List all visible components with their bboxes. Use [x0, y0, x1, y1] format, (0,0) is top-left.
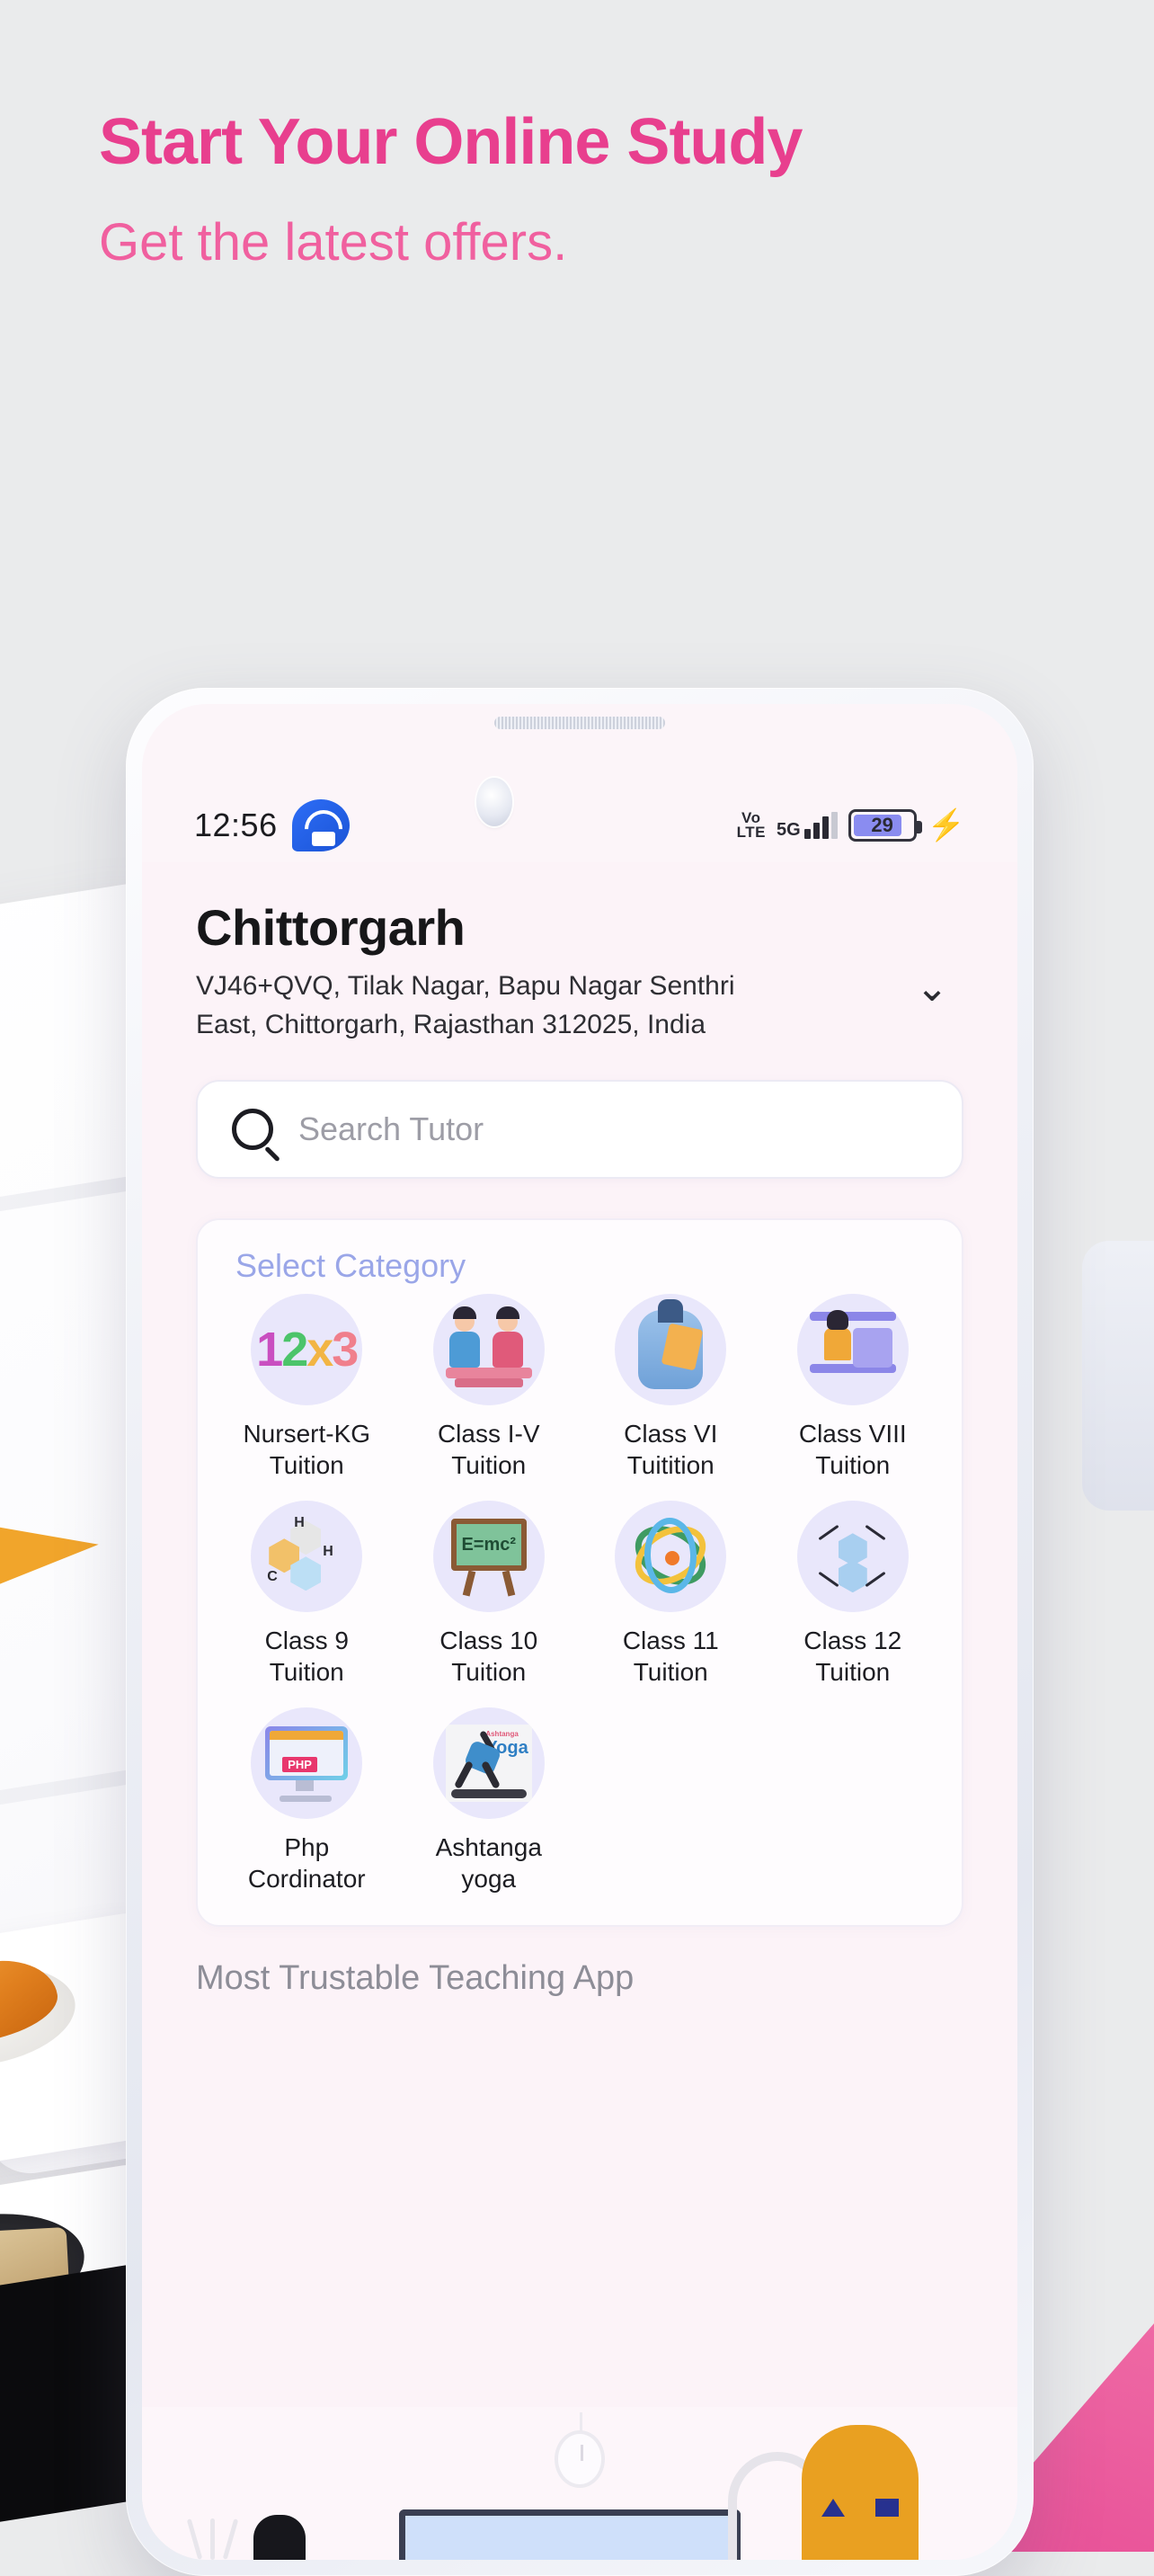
city-name: Chittorgarh [196, 899, 466, 956]
category-label: Class 11 Tuition [622, 1627, 719, 1687]
category-item-ashtanga-yoga[interactable]: Ashtanga Yoga Ashtanga yoga [398, 1707, 581, 1894]
chalkboard-text: E=mc² [450, 1519, 527, 1572]
classroom-illustration [142, 2407, 1017, 2560]
category-item-class-1-5[interactable]: Class I-V Tuition [398, 1294, 581, 1481]
search-icon [232, 1109, 273, 1151]
category-item-class-10[interactable]: E=mc² Class 10 Tuition [398, 1501, 581, 1688]
speaker-grille-icon [494, 717, 665, 729]
plant-icon [183, 2502, 246, 2560]
yoga-sublabel: Ashtanga [485, 1730, 519, 1739]
full-address: VJ46+QVQ, Tilak Nagar, Bapu Nagar Senthr… [196, 971, 735, 1039]
wifi-blue-icon [291, 799, 350, 851]
category-label: Class VIII Tuition [798, 1420, 907, 1480]
search-input[interactable]: Search Tutor [298, 1110, 484, 1148]
chemistry-hexagons-icon: H H C [251, 1501, 363, 1613]
category-label: Class 12 Tuition [803, 1627, 902, 1687]
orange-arrow-icon [0, 1513, 102, 1587]
footer-heading: Most Trustable Teaching App [196, 1959, 635, 1998]
teacher-whiteboard-icon [796, 1294, 909, 1406]
category-item-class-8[interactable]: Class VIII Tuition [762, 1294, 945, 1481]
category-label: Class VI Tuitition [624, 1420, 718, 1480]
status-bar: 12:56 Vo LTE 5G 29 ⚡ [142, 798, 1017, 853]
two-students-desk-icon [432, 1294, 545, 1406]
status-clock: 12:56 [194, 807, 278, 843]
volte-line2: LTE [736, 824, 766, 841]
projector-screen-icon [399, 2509, 741, 2560]
charging-bolt-icon: ⚡ [927, 808, 965, 842]
network-label: 5G [776, 820, 801, 840]
wall-clock-icon [555, 2412, 605, 2488]
signal-5g-indicator: 5G [777, 812, 838, 839]
orange-character-icon [802, 2425, 919, 2560]
battery-icon: 29 [848, 809, 922, 842]
chevron-down-icon[interactable]: ⌄ [901, 968, 963, 1008]
backpack-icon [615, 1294, 727, 1406]
signal-bars-icon [803, 812, 838, 839]
promo-header: Start Your Online Study Get the latest o… [99, 106, 998, 272]
app-content: Chittorgarh VJ46+QVQ, Tilak Nagar, Bapu … [142, 862, 1017, 2560]
student-head-icon [253, 2515, 306, 2560]
volte-icon: Vo LTE [736, 810, 766, 841]
category-item-nursery-kg[interactable]: 12x3 Nursert-KG Tuition [216, 1294, 398, 1481]
sandwich-label: Sandwich [0, 2355, 20, 2405]
category-label: Class I-V Tuition [437, 1420, 540, 1480]
atom-orbits-icon [615, 1501, 727, 1613]
numbers-123-icon: 12x3 [251, 1294, 363, 1406]
php-tag-text: PHP [282, 1757, 317, 1773]
php-monitor-icon: PHP [251, 1707, 363, 1820]
category-item-class-9[interactable]: H H C Class 9 Tuition [216, 1501, 398, 1688]
yoga-pose-icon: Ashtanga Yoga [432, 1707, 545, 1820]
category-label: Nursert-KG Tuition [243, 1420, 371, 1480]
battery-percent: 29 [871, 814, 893, 836]
category-item-php-coordinator[interactable]: PHP Php Cordinator [216, 1707, 398, 1894]
chalkboard-emc2-icon: E=mc² [432, 1501, 545, 1613]
promo-title: Start Your Online Study [99, 106, 803, 178]
category-label: Class 9 Tuition [264, 1627, 349, 1687]
category-item-class-11[interactable]: Class 11 Tuition [580, 1501, 762, 1688]
category-label: Php Cordinator [247, 1833, 366, 1894]
category-card: Select Category 12x3 Nursert-KG Tuition … [196, 1218, 963, 1928]
phone-screen: 12:56 Vo LTE 5G 29 ⚡ Chittorgarh VJ46+QV… [142, 704, 1017, 2560]
category-label: Class 10 Tuition [439, 1627, 538, 1687]
category-grid: 12x3 Nursert-KG Tuition Class I-V Tuitio… [216, 1294, 944, 1894]
status-bar-left: 12:56 [194, 799, 350, 851]
location-text: Chittorgarh VJ46+QVQ, Tilak Nagar, Bapu … [196, 898, 901, 1044]
location-header[interactable]: Chittorgarh VJ46+QVQ, Tilak Nagar, Bapu … [142, 862, 1017, 1044]
promo-subtitle: Get the latest offers. [99, 212, 568, 272]
search-bar[interactable]: Search Tutor [196, 1080, 963, 1180]
background-phone-right [1082, 1241, 1154, 1511]
category-item-class-12[interactable]: Class 12 Tuition [762, 1501, 945, 1688]
category-label: Ashtanga yoga [435, 1833, 542, 1894]
status-bar-right: Vo LTE 5G 29 ⚡ [737, 809, 965, 842]
select-category-title: Select Category [235, 1247, 466, 1285]
category-item-class-6[interactable]: Class VI Tuitition [580, 1294, 762, 1481]
molecule-icon [796, 1501, 909, 1613]
phone-mockup: 12:56 Vo LTE 5G 29 ⚡ Chittorgarh VJ46+QV… [126, 688, 1034, 2576]
